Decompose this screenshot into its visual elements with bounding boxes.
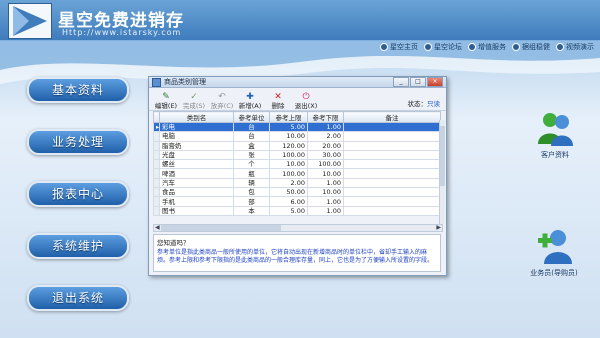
menu-basic-data-button[interactable]: 基本资料	[27, 77, 129, 103]
topnav-video[interactable]: 视频演示	[556, 40, 594, 53]
add-user-icon	[538, 230, 572, 264]
table-header: 类别名 参考单位 参考上限 参考下限 备注	[153, 111, 441, 123]
bullet-icon	[424, 42, 432, 51]
topnav-data[interactable]: 据组稳健	[512, 40, 550, 53]
scroll-left-icon[interactable]: ◀	[155, 224, 160, 231]
row-indicator: ▸	[153, 121, 160, 133]
minimize-button[interactable]: _	[393, 77, 409, 87]
table-row[interactable]: 图书本 5.00 1.00	[153, 205, 441, 216]
dialog-toolbar: ✎ 编辑(E) ✓ 完成(S) ↶ 放弃(C) ✚ 新增(A) ✕ 删除 ⏻ 退出(X) 状…	[149, 88, 446, 111]
app-logo	[8, 3, 52, 39]
col-header-unit[interactable]: 参考单位	[233, 111, 270, 123]
menu-exit-button[interactable]: 退出系统	[27, 285, 129, 311]
hint-panel: 您知道吗？ 参考单位是指此类商品一般所使用的单位，它将自动出现在新增商品时的单位…	[153, 234, 441, 272]
table-row[interactable]: ▸ 彩电台 5.00 1.00	[153, 121, 441, 133]
salesman-label: 业务员(导购员)	[530, 269, 578, 277]
window-icon	[152, 77, 161, 87]
undo-icon: ↶	[218, 92, 226, 102]
menu-reports-button[interactable]: 报表中心	[27, 181, 129, 207]
bullet-icon	[512, 42, 520, 51]
table-row[interactable]: 手机部 6.00 1.00	[153, 196, 441, 207]
table-row[interactable]: 脂膏奶盒 120.00 20.00	[153, 140, 441, 151]
plus-icon: ✚	[246, 92, 254, 102]
top-navigation: 星空主页 星空论坛 增值服务 据组稳健 视频演示	[380, 40, 594, 53]
table-row[interactable]: 光盘张 100.00 30.00	[153, 149, 441, 161]
menu-maintenance-button[interactable]: 系统维护	[27, 233, 129, 259]
category-table: 类别名 参考单位 参考上限 参考下限 备注 ▸ 彩电台 5.00 1.00 电脑台 10…	[153, 111, 441, 216]
customer-shortcut[interactable]: 客户资料	[522, 108, 588, 160]
scroll-thumb[interactable]	[161, 225, 281, 231]
star-logo-icon	[13, 6, 47, 36]
exit-icon: ⏻	[302, 92, 310, 102]
table-row[interactable]: 汽车辆 2.00 1.00	[153, 177, 441, 189]
exit-button[interactable]: ⏻ 退出(X)	[292, 92, 320, 110]
app-header: 星空免费进销存 Http://www.istarsky.com	[0, 0, 600, 40]
hint-title: 您知道吗？	[157, 239, 190, 247]
col-header-note[interactable]: 备注	[343, 111, 441, 123]
table-row[interactable]: 电脑台 10.00 2.00	[153, 131, 441, 142]
abandon-button[interactable]: ↶ 放弃(C)	[208, 92, 236, 110]
delete-button[interactable]: ✕ 删除	[264, 92, 292, 110]
table-horizontal-scrollbar[interactable]: ◀ ▶	[153, 224, 443, 232]
bullet-icon	[468, 42, 476, 51]
status-value: 只读	[427, 100, 440, 108]
bullet-icon	[556, 42, 564, 51]
dialog-titlebar[interactable]: 商品类别管理 _ □ ×	[149, 77, 446, 88]
status-indicator: 状态：只读	[407, 100, 441, 108]
app-url[interactable]: Http://www.istarsky.com	[62, 28, 181, 37]
salesman-shortcut[interactable]: 业务员(导购员)	[516, 226, 592, 278]
col-header-lower[interactable]: 参考下限	[307, 111, 344, 123]
scroll-right-icon[interactable]: ▶	[436, 224, 441, 231]
close-button[interactable]: ×	[427, 77, 443, 87]
edit-button[interactable]: ✎ 编辑(E)	[152, 92, 180, 110]
menu-business-button[interactable]: 业务处理	[27, 129, 129, 155]
customers-icon	[538, 113, 573, 146]
category-management-dialog: 商品类别管理 _ □ × ✎ 编辑(E) ✓ 完成(S) ↶ 放弃(C) ✚ 新增(A)…	[148, 76, 447, 276]
check-icon: ✓	[190, 92, 198, 102]
customer-label: 客户资料	[541, 151, 569, 159]
table-row[interactable]: 食品包 50.00 10.00	[153, 187, 441, 198]
add-button[interactable]: ✚ 新增(A)	[236, 92, 264, 110]
col-header-upper[interactable]: 参考上限	[269, 111, 308, 123]
hint-text: 参考单位是指此类商品一般所使用的单位，它将自动出现在新增商品时的单位栏中，省却手…	[157, 249, 434, 264]
topnav-forum[interactable]: 星空论坛	[424, 40, 462, 53]
scroll-thumb[interactable]	[440, 126, 445, 186]
edit-icon: ✎	[162, 92, 170, 102]
topnav-services[interactable]: 增值服务	[468, 40, 506, 53]
table-vertical-scrollbar[interactable]	[439, 120, 445, 224]
delete-icon: ✕	[274, 92, 282, 102]
col-header-name[interactable]: 类别名	[159, 111, 234, 123]
topnav-home[interactable]: 星空主页	[380, 40, 418, 53]
bullet-icon	[380, 42, 388, 51]
table-row[interactable]: 啤酒瓶 100.00 10.00	[153, 168, 441, 179]
table-row[interactable]: 螺丝个 10.00 100.00	[153, 159, 441, 170]
complete-button[interactable]: ✓ 完成(S)	[180, 92, 208, 110]
dialog-title: 商品类别管理	[164, 78, 206, 86]
maximize-button[interactable]: □	[410, 77, 426, 87]
